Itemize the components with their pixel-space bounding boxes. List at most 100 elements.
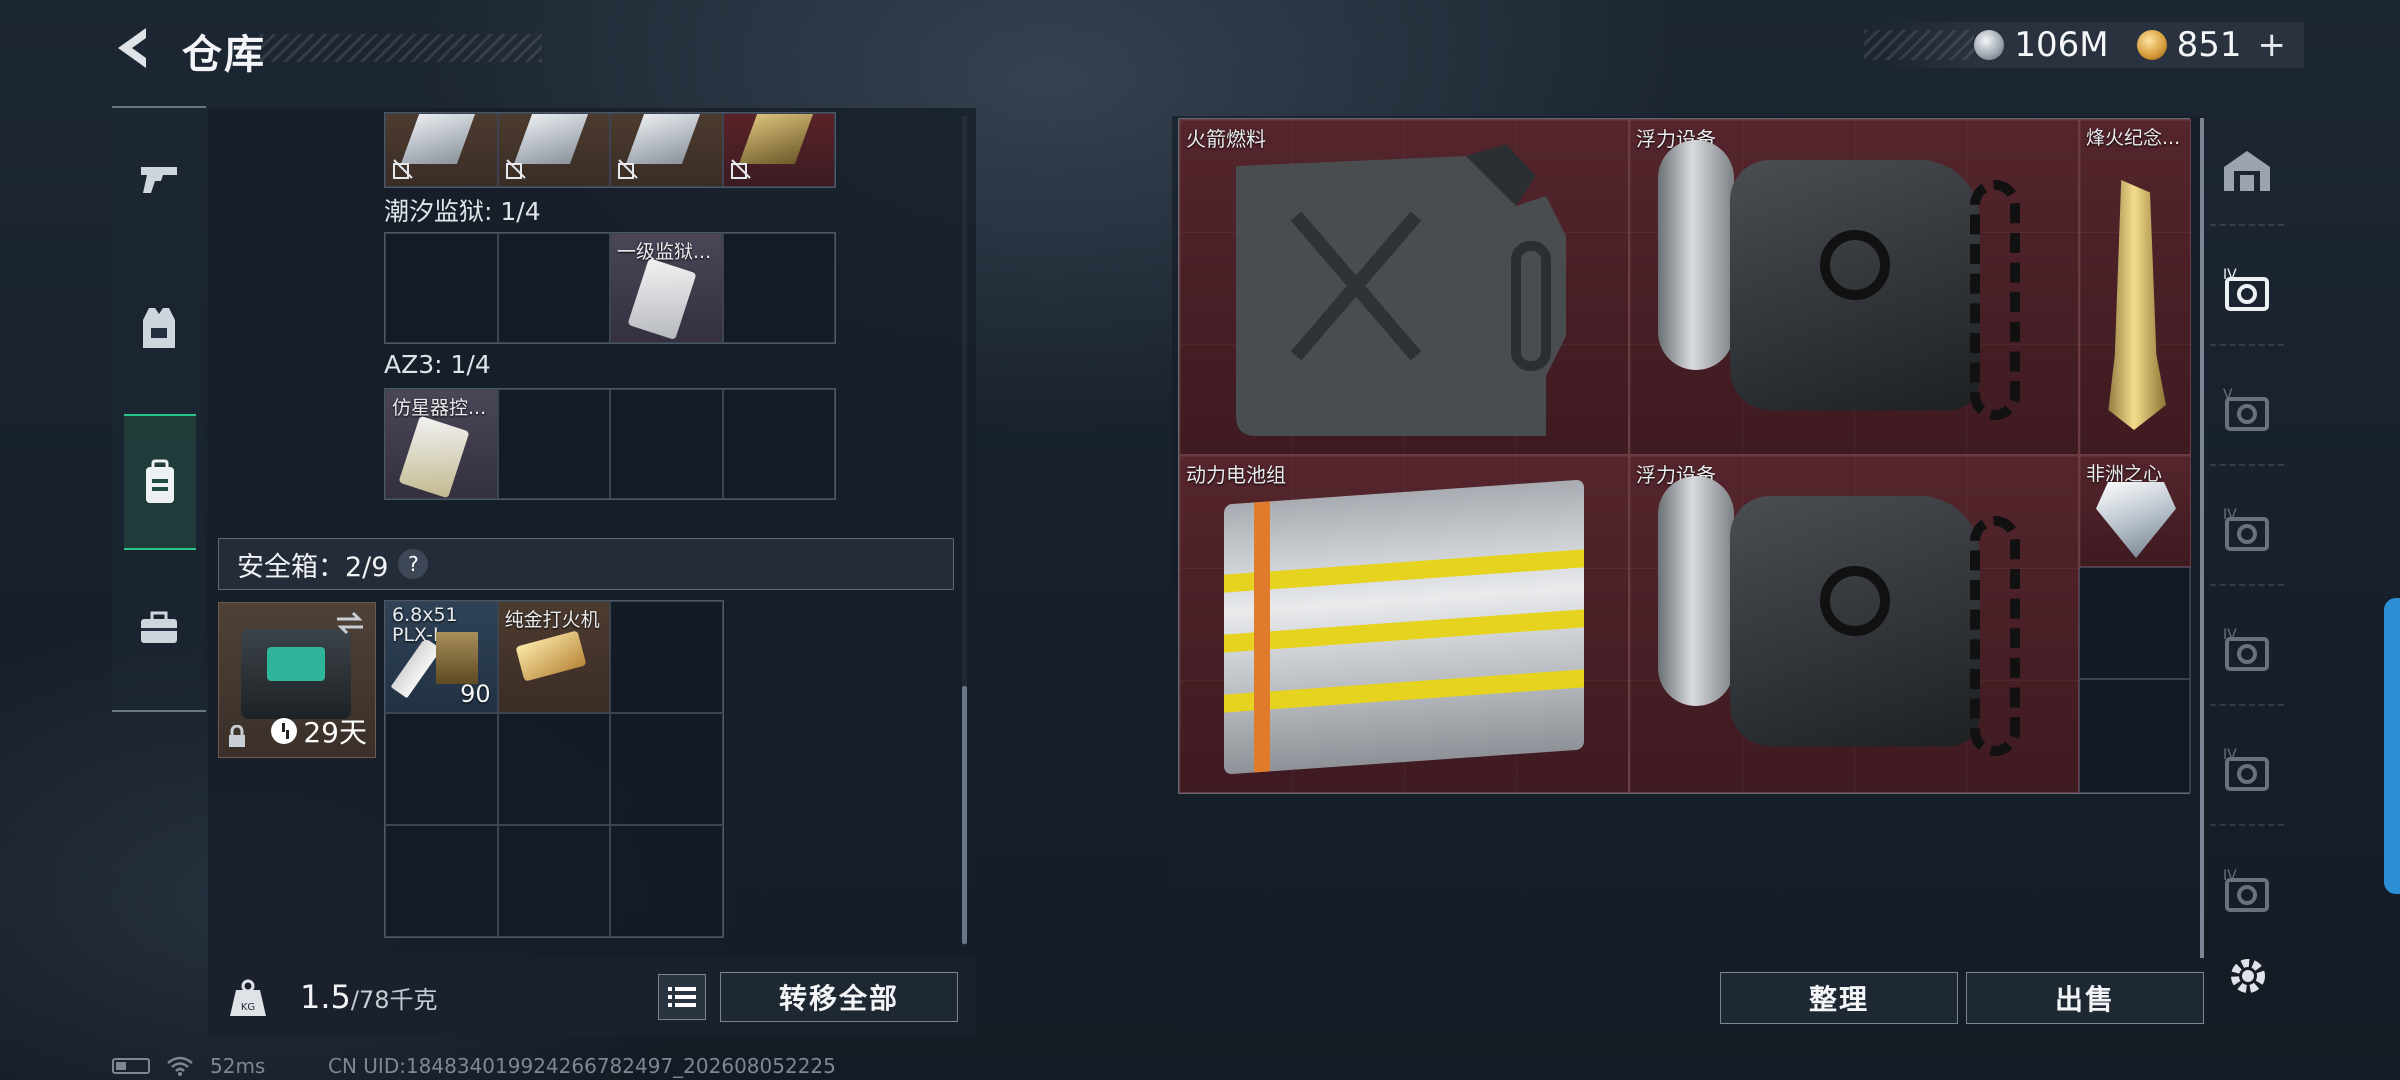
item-slot[interactable] — [610, 113, 723, 187]
empty-slot[interactable] — [2079, 567, 2191, 679]
rail-item-case[interactable] — [112, 568, 206, 688]
stash-tier-label: IV — [2223, 868, 2237, 884]
stash-item-buoyancy-device[interactable]: 浮力设备 — [1629, 119, 2079, 455]
side-drawer-tab[interactable] — [2384, 598, 2400, 894]
weight-current: 1.5 — [300, 978, 351, 1016]
safe-box-label: 安全箱：2/9 — [237, 551, 389, 583]
vest-icon — [143, 308, 175, 348]
stash-scrollbar[interactable] — [2200, 118, 2204, 958]
stash-page-2[interactable]: V — [2210, 356, 2284, 466]
device-body-image — [1730, 160, 1980, 410]
stash-item-commemorative[interactable]: 烽火纪念... — [2079, 119, 2191, 455]
gear-icon[interactable] — [2226, 954, 2270, 998]
stash-item-heart-of-africa[interactable]: 非洲之心 — [2079, 455, 2191, 567]
inventory-scrollbar[interactable] — [962, 686, 967, 944]
status-bar: 52ms — [112, 1054, 265, 1078]
stash-page-5[interactable]: IV — [2210, 716, 2284, 826]
rail-item-weapons[interactable] — [112, 118, 206, 238]
item-slot-stellarator-controller[interactable]: 仿星器控... — [385, 389, 498, 499]
add-currency-button[interactable]: + — [2258, 25, 2287, 65]
empty-slot[interactable] — [385, 713, 498, 825]
rail-item-backpack[interactable] — [124, 414, 196, 550]
empty-slot[interactable] — [2079, 679, 2191, 793]
stash-page-6[interactable]: IV — [2210, 836, 2284, 946]
item-label: 一级监狱... — [617, 241, 712, 263]
stash-page-1[interactable]: IV — [2210, 236, 2284, 346]
stash-tier-label: IV — [2223, 507, 2237, 523]
stash-item-power-battery[interactable]: 动力电池组 — [1179, 455, 1629, 793]
silver-coin-icon — [1974, 30, 2005, 60]
empty-slot[interactable] — [385, 233, 498, 343]
stash-page-home[interactable] — [2210, 116, 2284, 226]
stash-box-icon: V — [2223, 387, 2269, 431]
stash-page-4[interactable]: IV — [2210, 596, 2284, 706]
empty-slot[interactable] — [610, 713, 723, 825]
gold-coin-icon — [2136, 30, 2167, 60]
empty-slot[interactable] — [722, 389, 835, 499]
stash-page-3[interactable]: IV — [2210, 476, 2284, 586]
item-slot-gold-lighter[interactable]: 纯金打火机 — [497, 601, 611, 713]
help-icon[interactable]: ? — [398, 549, 429, 579]
ping-value: 52ms — [210, 1054, 266, 1078]
list-view-button[interactable] — [658, 974, 706, 1020]
stash-box-icon: IV — [2223, 507, 2269, 551]
stash-item-buoyancy-device[interactable]: 浮力设备 — [1629, 455, 2079, 793]
safe-box-item[interactable]: 29天 — [218, 602, 376, 758]
stash-tier-label: IV — [2223, 747, 2237, 763]
silver-currency-value: 106M — [2014, 25, 2109, 65]
pistol-icon — [141, 167, 177, 193]
safe-box-image — [241, 629, 351, 719]
hose-image — [1970, 180, 2020, 420]
empty-slot[interactable] — [497, 713, 611, 825]
item-slot[interactable] — [385, 113, 498, 187]
air-tank-image — [1658, 140, 1734, 370]
empty-slot[interactable] — [610, 601, 723, 713]
stash-tier-label: IV — [2223, 627, 2237, 643]
title-decoration — [260, 34, 542, 62]
container-grid-az3: 仿星器控... — [384, 388, 836, 500]
currency-bar: 106M 851 + — [1864, 22, 2304, 68]
hose-image — [1970, 516, 2020, 756]
item-label: 烽火纪念... — [2086, 127, 2181, 149]
sort-button[interactable]: 整理 — [1720, 972, 1958, 1024]
ammo-box-image — [436, 632, 478, 684]
keycard-image — [627, 257, 697, 341]
swap-icon — [337, 611, 363, 635]
wifi-icon — [167, 1056, 193, 1076]
empty-slot[interactable] — [610, 389, 723, 499]
item-slot[interactable] — [722, 113, 835, 187]
warehouse-icon — [2224, 151, 2270, 191]
empty-slot[interactable] — [610, 825, 723, 937]
item-slot-prison-keycard[interactable]: 一级监狱... — [610, 233, 723, 343]
empty-slot[interactable] — [385, 825, 498, 937]
back-arrow-icon[interactable] — [112, 24, 156, 72]
empty-slot[interactable] — [497, 389, 610, 499]
stash-tier-label: IV — [2223, 267, 2237, 283]
lock-icon — [229, 725, 245, 747]
transfer-all-button[interactable]: 转移全部 — [720, 972, 958, 1022]
no-drop-icon — [505, 159, 526, 179]
safe-box-grid: 6.8x51 PLX-L 90 纯金打火机 — [384, 600, 724, 938]
item-slot-ammo[interactable]: 6.8x51 PLX-L 90 — [385, 601, 498, 713]
container-label-az3: AZ3: 1/4 — [384, 350, 491, 379]
weight-max: /78千克 — [350, 986, 438, 1014]
safe-box-duration: 29天 — [271, 711, 367, 751]
stash-item-rocket-fuel[interactable]: 火箭燃料 — [1179, 119, 1629, 455]
stash-grid: 火箭燃料 浮力设备 烽火纪念... 动力电池组 浮力设备 非洲之心 — [1178, 118, 2191, 794]
empty-slot[interactable] — [722, 233, 835, 343]
clock-icon — [271, 718, 298, 744]
stash-box-icon: IV — [2223, 747, 2269, 791]
item-count: 90 — [460, 680, 491, 708]
empty-slot[interactable] — [497, 825, 611, 937]
stash-box-icon: IV — [2223, 868, 2269, 912]
list-icon — [668, 987, 696, 1007]
keycard-image — [398, 415, 470, 498]
jerrycan-image — [1236, 144, 1566, 436]
gold-currency-value: 851 — [2176, 25, 2242, 65]
sell-button[interactable]: 出售 — [1966, 972, 2204, 1024]
diamond-image — [2096, 482, 2176, 558]
stash-page-rail: IV V IV IV IV IV — [2210, 116, 2284, 954]
rail-item-gear[interactable] — [112, 268, 206, 388]
item-slot[interactable] — [497, 113, 610, 187]
empty-slot[interactable] — [497, 233, 610, 343]
